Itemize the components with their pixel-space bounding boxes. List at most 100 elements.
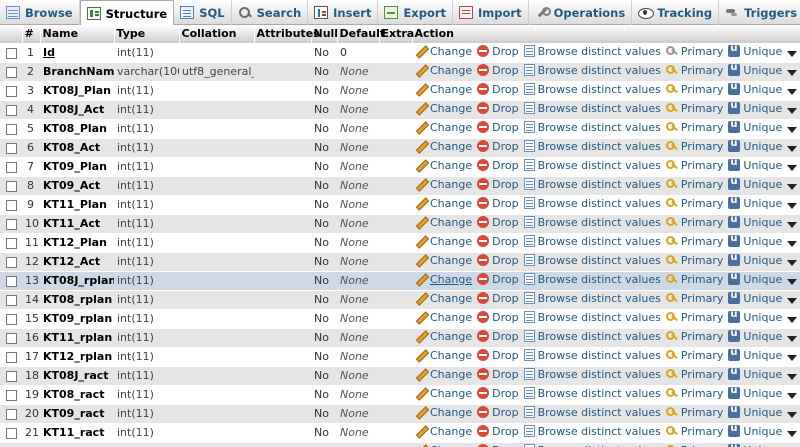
row-checkbox[interactable]: [5, 47, 17, 59]
column-name[interactable]: KT08_rplan: [40, 289, 114, 309]
browse-distinct-button[interactable]: Browse distinct values: [523, 178, 661, 191]
tab-sql[interactable]: SQL: [174, 0, 232, 25]
row-checkbox[interactable]: [5, 275, 17, 287]
more-button[interactable]: More: [787, 143, 800, 156]
primary-button[interactable]: Primary: [665, 311, 723, 324]
more-button[interactable]: More: [787, 371, 800, 384]
column-name[interactable]: KT08J_ract: [40, 365, 114, 385]
header-collation[interactable]: Collation: [179, 25, 255, 43]
unique-button[interactable]: Unique: [728, 424, 782, 438]
header-type[interactable]: Type: [114, 25, 180, 43]
tab-browse[interactable]: Browse: [0, 0, 80, 25]
drop-button[interactable]: Drop: [477, 273, 519, 286]
change-button[interactable]: Change: [415, 178, 472, 191]
primary-button[interactable]: Primary: [665, 102, 723, 115]
row-checkbox[interactable]: [5, 408, 17, 420]
browse-distinct-button[interactable]: Browse distinct values: [523, 254, 661, 267]
more-button[interactable]: More: [787, 409, 800, 422]
drop-button[interactable]: Drop: [477, 178, 519, 191]
unique-button[interactable]: Unique: [728, 196, 782, 210]
more-button[interactable]: More: [787, 428, 800, 441]
unique-button[interactable]: Unique: [728, 158, 782, 172]
more-button[interactable]: More: [787, 238, 800, 251]
column-name[interactable]: KT08_Plan: [40, 118, 114, 138]
row-checkbox[interactable]: [5, 313, 17, 325]
browse-distinct-button[interactable]: Browse distinct values: [523, 368, 661, 381]
primary-button[interactable]: Primary: [665, 349, 723, 362]
browse-distinct-button[interactable]: Browse distinct values: [523, 387, 661, 400]
row-checkbox[interactable]: [5, 142, 17, 154]
header-null[interactable]: Null: [311, 25, 338, 43]
primary-button[interactable]: Primary: [665, 387, 723, 400]
primary-button[interactable]: Primary: [665, 330, 723, 343]
column-name[interactable]: KT12_Plan: [40, 232, 114, 252]
primary-button[interactable]: Primary: [665, 45, 723, 58]
unique-button[interactable]: Unique: [728, 329, 782, 343]
browse-distinct-button[interactable]: Browse distinct values: [523, 425, 661, 438]
row-checkbox[interactable]: [5, 389, 17, 401]
tab-structure[interactable]: Structure: [79, 0, 175, 26]
unique-button[interactable]: Unique: [728, 101, 782, 115]
header-attributes[interactable]: Attributes: [254, 25, 320, 43]
drop-button[interactable]: Drop: [477, 102, 519, 115]
drop-button[interactable]: Drop: [477, 368, 519, 381]
unique-button[interactable]: Unique: [728, 386, 782, 400]
drop-button[interactable]: Drop: [477, 216, 519, 229]
drop-button[interactable]: Drop: [477, 406, 519, 419]
change-button[interactable]: Change: [415, 330, 472, 343]
drop-button[interactable]: Drop: [477, 121, 519, 134]
tab-import[interactable]: Import: [453, 0, 529, 25]
primary-button[interactable]: Primary: [665, 216, 723, 229]
browse-distinct-button[interactable]: Browse distinct values: [523, 292, 661, 305]
more-button[interactable]: More: [787, 333, 800, 346]
more-button[interactable]: More: [787, 48, 800, 61]
column-name[interactable]: KT11_ract: [40, 422, 114, 442]
column-name[interactable]: KT11_Plan: [40, 194, 114, 214]
column-name[interactable]: KT11_rplan: [40, 327, 114, 347]
primary-button[interactable]: Primary: [665, 235, 723, 248]
primary-button[interactable]: Primary: [665, 292, 723, 305]
unique-button[interactable]: Unique: [728, 139, 782, 153]
browse-distinct-button[interactable]: Browse distinct values: [523, 102, 661, 115]
unique-button[interactable]: Unique: [728, 253, 782, 267]
change-button[interactable]: Change: [415, 216, 472, 229]
column-name[interactable]: KT08J_rplan: [40, 270, 114, 290]
change-button[interactable]: Change: [415, 235, 472, 248]
unique-button[interactable]: Unique: [728, 215, 782, 229]
drop-button[interactable]: Drop: [477, 254, 519, 267]
primary-button[interactable]: Primary: [665, 178, 723, 191]
change-button[interactable]: Change: [415, 83, 472, 96]
unique-button[interactable]: Unique: [728, 310, 782, 324]
change-button[interactable]: Change: [415, 197, 472, 210]
row-checkbox[interactable]: [5, 180, 17, 192]
change-button[interactable]: Change: [415, 45, 472, 58]
change-button[interactable]: Change: [415, 311, 472, 324]
more-button[interactable]: More: [787, 276, 800, 289]
header-name[interactable]: Name: [40, 25, 115, 43]
browse-distinct-button[interactable]: Browse distinct values: [523, 83, 661, 96]
tab-tracking[interactable]: Tracking: [632, 0, 720, 25]
row-checkbox[interactable]: [5, 332, 17, 344]
primary-button[interactable]: Primary: [665, 368, 723, 381]
more-button[interactable]: More: [787, 181, 800, 194]
column-name[interactable]: KT12_rplan: [40, 346, 114, 366]
unique-button[interactable]: Unique: [728, 120, 782, 134]
change-button[interactable]: Change: [415, 159, 472, 172]
column-name[interactable]: KT08J_Plan: [40, 80, 114, 100]
header-default[interactable]: Default: [337, 25, 385, 43]
tab-export[interactable]: Export: [378, 0, 454, 25]
primary-button[interactable]: Primary: [665, 197, 723, 210]
more-button[interactable]: More: [787, 162, 800, 175]
column-name[interactable]: KT09_ract: [40, 403, 114, 423]
unique-button[interactable]: Unique: [728, 44, 782, 58]
row-checkbox[interactable]: [5, 237, 17, 249]
column-name[interactable]: KT12_ract: [40, 441, 114, 447]
change-button[interactable]: Change: [415, 102, 472, 115]
drop-button[interactable]: Drop: [477, 64, 519, 77]
drop-button[interactable]: Drop: [477, 140, 519, 153]
row-checkbox[interactable]: [5, 294, 17, 306]
more-button[interactable]: More: [787, 219, 800, 232]
browse-distinct-button[interactable]: Browse distinct values: [523, 235, 661, 248]
column-name[interactable]: BranchName: [40, 61, 114, 81]
row-checkbox[interactable]: [5, 427, 17, 439]
